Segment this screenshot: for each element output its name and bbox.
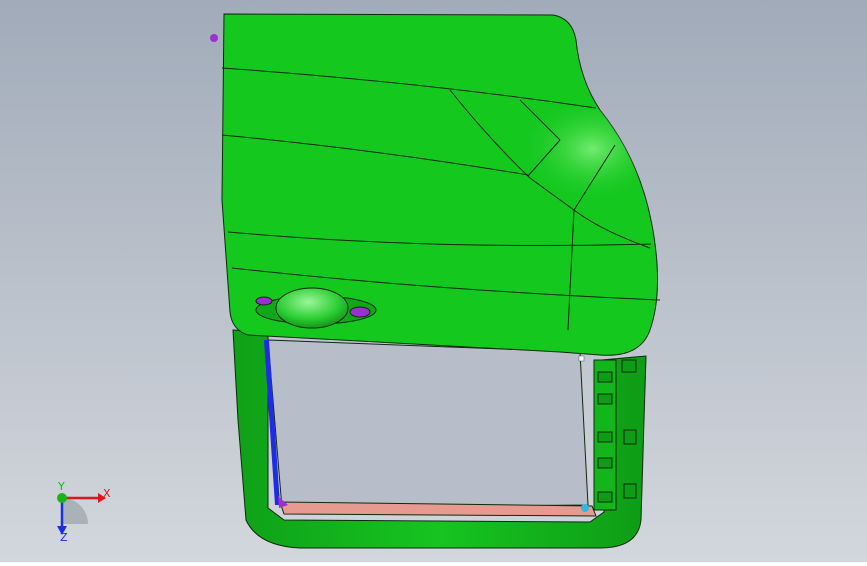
window-opening	[267, 339, 589, 509]
y-axis-arrow-icon	[57, 493, 67, 503]
y-axis-label: Y	[58, 480, 65, 493]
door-handle[interactable]	[275, 287, 349, 329]
latch-box	[621, 359, 637, 373]
pin-marker	[210, 34, 218, 42]
sill-fastener	[581, 504, 589, 512]
coordinate-triad: X Y Z	[40, 480, 120, 550]
latch-box	[623, 429, 637, 445]
pillar-slot	[597, 371, 613, 383]
pillar-slot	[597, 431, 613, 443]
triad-shadow	[62, 498, 88, 524]
z-axis-label: Z	[60, 531, 68, 544]
model-canvas[interactable]	[0, 0, 867, 562]
handle-clip	[255, 296, 273, 306]
pillar-slot	[597, 491, 613, 503]
handle-clip	[349, 306, 371, 318]
graphics-viewport[interactable]	[0, 0, 867, 562]
pick-marker	[578, 355, 585, 362]
x-axis-label: X	[103, 487, 111, 500]
pillar-slot	[597, 457, 613, 469]
pillar-slot	[597, 393, 613, 405]
latch-box	[623, 483, 637, 499]
